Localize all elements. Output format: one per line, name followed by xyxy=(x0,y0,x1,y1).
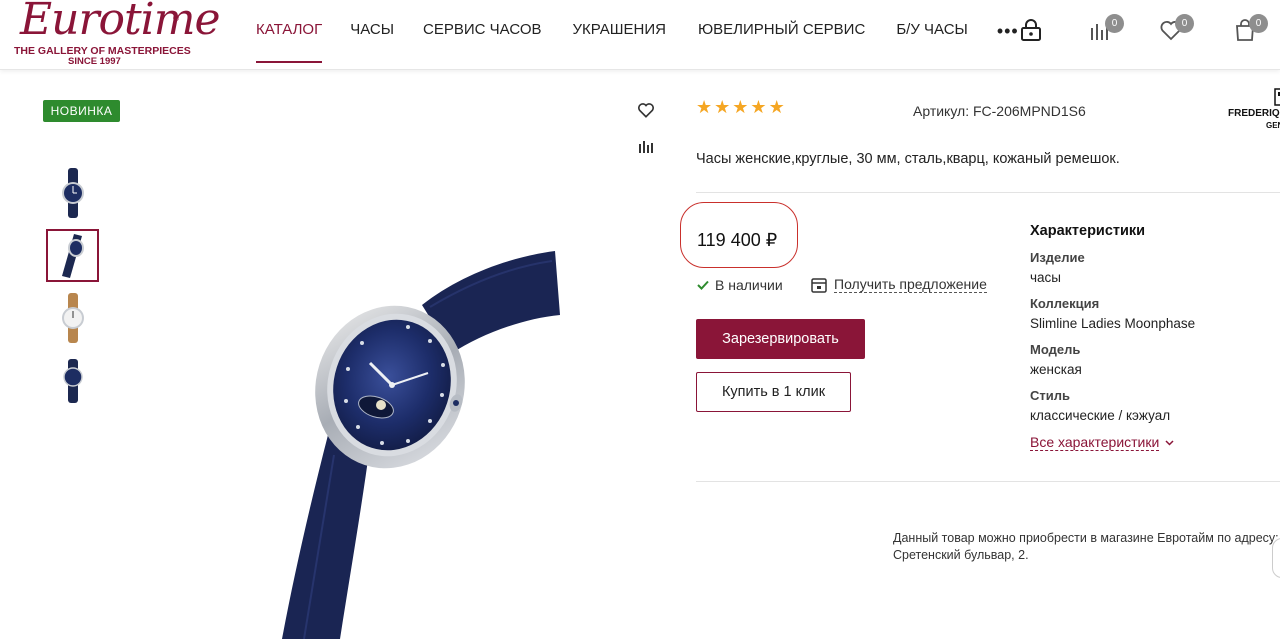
chevron-down-icon xyxy=(1165,439,1174,446)
compare-icon[interactable]: 0 xyxy=(1089,14,1124,44)
lock-icon[interactable] xyxy=(1019,18,1045,44)
spec-name: Коллекция xyxy=(1030,296,1100,311)
brand-sub: GENEVE xyxy=(1266,121,1280,130)
nav-item-catalog[interactable]: КАТАЛОГ xyxy=(256,21,323,63)
specs-panel: Характеристики Изделие часы Коллекция Sl… xyxy=(1030,223,1195,451)
spec-name: Изделие xyxy=(1030,250,1085,265)
product-description: Часы женские,круглые, 30 мм, сталь,кварц… xyxy=(696,151,1120,167)
logo-registered: ® xyxy=(172,14,180,23)
nav-item-used-watches[interactable]: Б/У ЧАСЫ xyxy=(896,21,968,63)
compare-count-badge: 0 xyxy=(1105,14,1124,33)
thumbnail-side[interactable] xyxy=(46,229,99,282)
reserve-button[interactable]: Зарезервировать xyxy=(696,319,865,359)
add-to-compare-icon[interactable] xyxy=(638,138,654,154)
star-icon: ★ xyxy=(732,97,749,118)
add-to-favorites-icon[interactable] xyxy=(637,101,655,119)
star-icon: ★ xyxy=(750,97,767,118)
all-specs-link[interactable]: Все характеристики xyxy=(1030,434,1195,451)
heart-icon[interactable]: 0 xyxy=(1159,14,1194,44)
all-specs-label: Все характеристики xyxy=(1030,434,1160,451)
nav-item-jewelry-service[interactable]: ЮВЕЛИРНЫЙ СЕРВИС xyxy=(698,21,865,63)
new-badge: НОВИНКА xyxy=(43,100,120,122)
star-icon: ★ xyxy=(768,97,785,118)
divider xyxy=(696,192,1280,193)
product-price: 119 400 ₽ xyxy=(697,230,778,250)
favorites-count-badge: 0 xyxy=(1175,14,1194,33)
star-icon: ★ xyxy=(696,97,713,118)
brand-logo[interactable]: FREDERIQUE CONSTANT GENEVE xyxy=(1228,88,1280,132)
brand-name: FREDERIQUE CONSTANT xyxy=(1228,108,1280,119)
thumbnail-front[interactable] xyxy=(46,166,99,219)
nav-item-watch-service[interactable]: СЕРВИС ЧАСОВ xyxy=(423,21,541,63)
spec-name: Модель xyxy=(1030,342,1081,357)
logo-since: SINCE 1997 xyxy=(68,56,121,67)
spec-value: женская xyxy=(1030,362,1082,377)
spec-value: классические / кэжуал xyxy=(1030,408,1171,423)
logo-script: Eurotime xyxy=(20,0,220,45)
offer-label: Получить предложение xyxy=(834,276,987,293)
divider xyxy=(696,481,1280,482)
shopping-bag-icon[interactable]: 0 xyxy=(1233,14,1268,44)
nav-more-button[interactable]: ••• xyxy=(997,21,1019,63)
specs-title: Характеристики xyxy=(1030,223,1146,239)
store-availability-note: Данный товар можно приобрести в магазине… xyxy=(893,531,1279,562)
eurotime-logo[interactable]: Eurotime ® THE GALLERY OF MASTERPIECES S… xyxy=(12,0,220,70)
check-icon xyxy=(697,280,709,290)
nav-item-watches[interactable]: ЧАСЫ xyxy=(350,21,394,63)
chat-widget-edge[interactable] xyxy=(1272,538,1280,578)
offer-icon xyxy=(811,277,827,293)
get-offer-link[interactable]: Получить предложение xyxy=(811,276,987,293)
thumbnail-brown-strap[interactable] xyxy=(46,291,99,344)
cart-count-badge: 0 xyxy=(1249,14,1268,33)
thumbnail-back[interactable] xyxy=(46,353,99,406)
product-sku: Артикул: FC-206MPND1S6 xyxy=(913,103,1086,119)
site-header: Eurotime ® THE GALLERY OF MASTERPIECES S… xyxy=(0,0,1280,70)
spec-name: Стиль xyxy=(1030,388,1070,403)
stock-status: В наличии xyxy=(697,277,783,293)
main-nav: КАТАЛОГ ЧАСЫ СЕРВИС ЧАСОВ УКРАШЕНИЯ ЮВЕЛ… xyxy=(256,21,1019,63)
spec-value: Slimline Ladies Moonphase xyxy=(1030,316,1196,331)
stock-label: В наличии xyxy=(715,277,783,293)
spec-value: часы xyxy=(1030,270,1061,285)
rating-stars[interactable]: ★ ★ ★ ★ ★ xyxy=(696,99,785,117)
nav-item-jewelry[interactable]: УКРАШЕНИЯ xyxy=(573,21,666,63)
star-icon: ★ xyxy=(714,97,731,118)
main-product-image[interactable] xyxy=(270,245,570,639)
buy-one-click-button[interactable]: Купить в 1 клик xyxy=(696,372,851,412)
